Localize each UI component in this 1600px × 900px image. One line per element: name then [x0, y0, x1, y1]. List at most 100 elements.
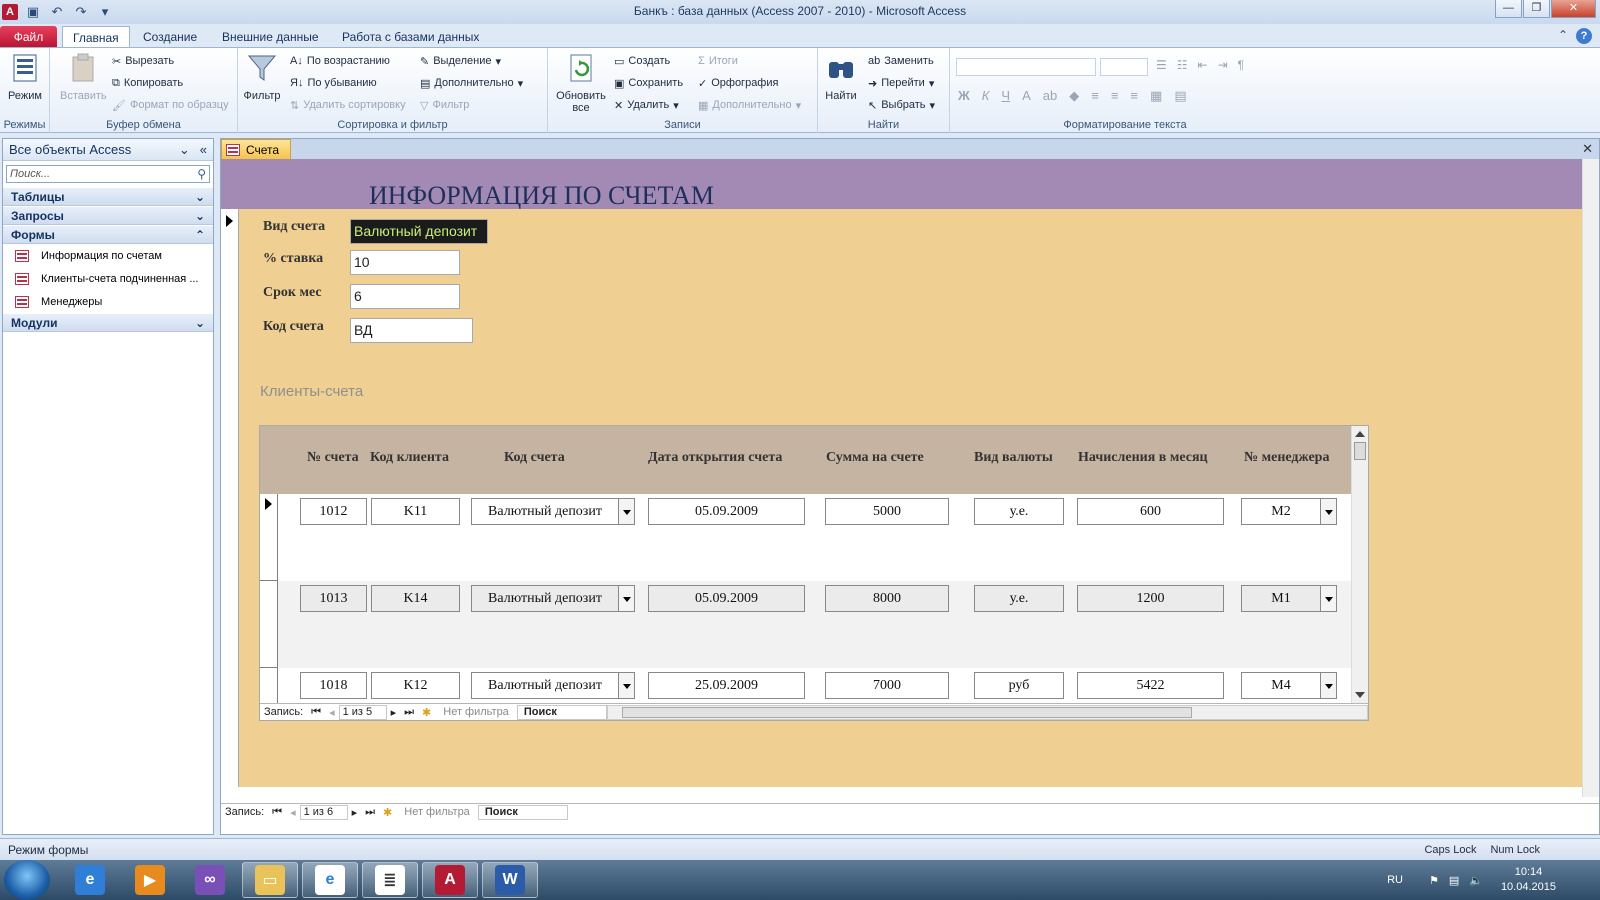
- scroll-up-icon[interactable]: [1355, 431, 1365, 437]
- taskbar-app[interactable]: W: [482, 862, 538, 898]
- record-position-input[interactable]: 1 из 5: [338, 704, 387, 720]
- undo-icon[interactable]: ↶: [48, 3, 66, 21]
- dropdown-arrow-icon[interactable]: [1320, 673, 1336, 698]
- align-right-icon[interactable]: ≡: [1130, 88, 1138, 104]
- next-record-icon[interactable]: ▸: [348, 806, 362, 819]
- rate-field[interactable]: 10: [350, 250, 460, 275]
- font-size-select[interactable]: [1100, 58, 1148, 76]
- start-button[interactable]: [4, 860, 50, 900]
- filter-button[interactable]: Фильтр: [242, 52, 282, 102]
- selection-button[interactable]: ✎ Выделение ▾: [420, 52, 501, 70]
- filter-status[interactable]: Нет фильтра: [396, 806, 478, 818]
- cell-account-no[interactable]: 1013: [300, 585, 367, 612]
- taskbar-app[interactable]: ≣: [362, 862, 418, 898]
- scroll-thumb[interactable]: [1354, 442, 1366, 460]
- bold-icon[interactable]: Ж: [958, 88, 970, 104]
- minimize-ribbon-icon[interactable]: ⌃: [1558, 28, 1568, 44]
- cell-balance[interactable]: 5000: [825, 498, 949, 525]
- nav-category-modules[interactable]: Модули ⌄: [3, 313, 213, 332]
- tab-home[interactable]: Главная: [62, 26, 130, 48]
- replace-button[interactable]: ab Заменить: [868, 52, 934, 70]
- scroll-thumb[interactable]: [621, 706, 1192, 718]
- cell-client-code[interactable]: K12: [371, 672, 460, 699]
- nav-menu-chevron-icon[interactable]: ⌄: [179, 142, 190, 158]
- prev-record-icon[interactable]: ◂: [286, 806, 300, 819]
- form-vertical-scrollbar[interactable]: [1582, 159, 1599, 797]
- fill-color-icon[interactable]: ◆: [1069, 88, 1079, 104]
- flag-icon[interactable]: ⚑: [1429, 874, 1439, 887]
- highlight-icon[interactable]: ab: [1043, 88, 1057, 104]
- record-position-input[interactable]: 1 из 6: [299, 804, 348, 820]
- font-color-icon[interactable]: A: [1022, 88, 1031, 104]
- nav-item-form-managers[interactable]: Менеджеры: [3, 290, 213, 313]
- volume-icon[interactable]: 🔈: [1469, 874, 1483, 887]
- taskbar-app[interactable]: e: [62, 862, 118, 898]
- cut-button[interactable]: ✂ Вырезать: [112, 52, 174, 70]
- cell-manager-combo[interactable]: M2: [1241, 498, 1337, 525]
- new-record-button[interactable]: ▭ Создать: [614, 52, 670, 70]
- sort-descending-button[interactable]: Я↓ По убыванию: [290, 74, 377, 92]
- nav-category-tables[interactable]: Таблицы ⌄: [3, 187, 213, 206]
- help-icon[interactable]: ?: [1576, 28, 1592, 44]
- taskbar-app[interactable]: ▭: [242, 862, 298, 898]
- subform-vertical-scrollbar[interactable]: [1351, 426, 1368, 703]
- taskbar-app[interactable]: ▶: [122, 862, 178, 898]
- gridlines-icon[interactable]: ▦: [1150, 88, 1162, 104]
- delete-record-button[interactable]: ✕ Удалить ▾: [614, 96, 679, 114]
- nav-item-form-accounts-info[interactable]: Информация по счетам: [3, 244, 213, 267]
- account-type-field[interactable]: Валютный депозит: [350, 219, 488, 244]
- subform-row[interactable]: 1012 K11 Валютный депозит 05.09.2009 500…: [260, 494, 1352, 581]
- paste-button[interactable]: Вставить: [60, 52, 107, 102]
- first-record-icon[interactable]: ⏮: [307, 706, 325, 719]
- taskbar-app[interactable]: ∞: [182, 862, 238, 898]
- numbering-icon[interactable]: ☷: [1177, 58, 1188, 72]
- cell-account-code-combo[interactable]: Валютный депозит: [471, 498, 635, 525]
- subform-horizontal-scrollbar[interactable]: [606, 704, 1368, 720]
- tab-database-tools[interactable]: Работа с базами данных: [332, 26, 489, 48]
- row-selector[interactable]: [260, 581, 278, 668]
- cell-manager-combo[interactable]: M4: [1241, 672, 1337, 699]
- taskbar-app[interactable]: e: [302, 862, 358, 898]
- bullets-icon[interactable]: ☰: [1156, 58, 1167, 72]
- last-record-icon[interactable]: ⏭: [400, 706, 418, 719]
- subform-search-input[interactable]: Поиск: [516, 704, 607, 720]
- cell-currency[interactable]: у.е.: [974, 498, 1064, 525]
- cell-monthly-accrual[interactable]: 600: [1077, 498, 1224, 525]
- save-record-button[interactable]: ▣ Сохранить: [614, 74, 683, 92]
- new-record-icon[interactable]: ✱: [379, 806, 396, 819]
- cell-currency[interactable]: руб: [974, 672, 1064, 699]
- collapse-pane-icon[interactable]: «: [200, 142, 207, 157]
- next-record-icon[interactable]: ▸: [387, 706, 401, 719]
- nav-item-form-clients-accounts[interactable]: Клиенты-счета подчиненная ...: [3, 267, 213, 290]
- more-records-button[interactable]: ▦ Дополнительно ▾: [698, 96, 801, 114]
- search-icon[interactable]: ⚲: [194, 167, 209, 181]
- term-field[interactable]: 6: [350, 284, 460, 309]
- cell-open-date[interactable]: 25.09.2009: [648, 672, 805, 699]
- nav-pane-header[interactable]: Все объекты Access ⌄ «: [3, 139, 213, 161]
- nav-category-forms[interactable]: Формы ⌃: [3, 225, 213, 244]
- cell-account-code-combo[interactable]: Валютный депозит: [471, 672, 635, 699]
- cell-balance[interactable]: 8000: [825, 585, 949, 612]
- close-document-icon[interactable]: ✕: [1582, 141, 1593, 157]
- account-code-field[interactable]: ВД: [350, 318, 473, 343]
- underline-icon[interactable]: Ч: [1001, 88, 1010, 104]
- customize-qat-icon[interactable]: ▾: [96, 3, 114, 21]
- prev-record-icon[interactable]: ◂: [325, 706, 339, 719]
- first-record-icon[interactable]: ⏮: [268, 806, 286, 819]
- cell-open-date[interactable]: 05.09.2009: [648, 498, 805, 525]
- tab-create[interactable]: Создание: [133, 26, 207, 48]
- font-name-select[interactable]: [956, 58, 1096, 76]
- cell-account-no[interactable]: 1018: [300, 672, 367, 699]
- cell-open-date[interactable]: 05.09.2009: [648, 585, 805, 612]
- access-app-icon[interactable]: A: [2, 4, 18, 20]
- remove-sort-button[interactable]: ⇅ Удалить сортировку: [290, 96, 406, 114]
- taskbar-app[interactable]: A: [422, 862, 478, 898]
- goto-button[interactable]: ➜ Перейти ▾: [868, 74, 934, 92]
- advanced-filter-button[interactable]: ▤ Дополнительно ▾: [420, 74, 523, 92]
- cell-client-code[interactable]: K14: [371, 585, 460, 612]
- row-selector[interactable]: [260, 494, 278, 581]
- cell-monthly-accrual[interactable]: 5422: [1077, 672, 1224, 699]
- paragraph-icon[interactable]: ¶: [1238, 58, 1244, 72]
- redo-icon[interactable]: ↷: [72, 3, 90, 21]
- select-button[interactable]: ↖ Выбрать ▾: [868, 96, 935, 114]
